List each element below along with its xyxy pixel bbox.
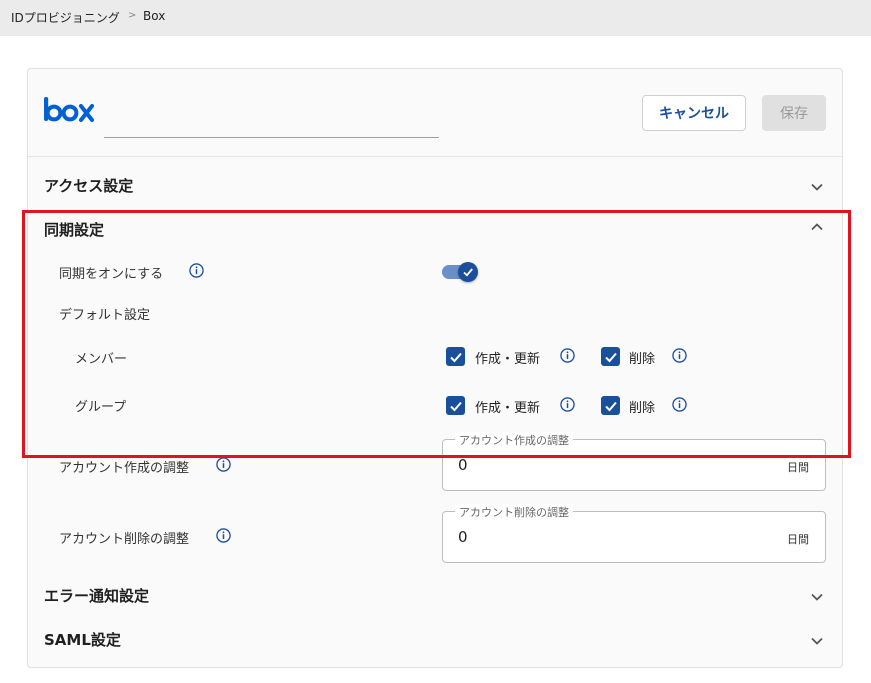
save-button[interactable]: 保存: [762, 95, 826, 131]
section-error-title[interactable]: エラー通知設定: [44, 585, 149, 606]
chevron-down-icon[interactable]: [811, 183, 823, 191]
field-unit: 日間: [787, 533, 809, 546]
chevron-down-icon[interactable]: [811, 637, 823, 645]
cancel-button[interactable]: キャンセル: [642, 95, 746, 131]
section-saml-title[interactable]: SAML設定: [44, 629, 121, 650]
breadcrumb-parent-link[interactable]: IDプロビジョニング: [11, 9, 120, 26]
highlight-box: [22, 210, 851, 458]
name-input-underline[interactable]: [104, 137, 439, 138]
field-legend: アカウント削除の調整: [455, 504, 573, 520]
field-unit: 日間: [787, 461, 809, 474]
breadcrumb-bar: IDプロビジョニング > Box: [0, 0, 871, 36]
chevron-down-icon[interactable]: [811, 593, 823, 601]
account-delete-adjust-label: アカウント削除の調整: [59, 532, 190, 547]
info-icon[interactable]: [216, 457, 231, 472]
section-access-title[interactable]: アクセス設定: [44, 175, 133, 196]
field-value[interactable]: 0: [458, 528, 468, 546]
breadcrumb-separator: >: [128, 10, 137, 21]
header-divider: [28, 156, 842, 157]
breadcrumb-current: Box: [143, 9, 166, 23]
account-create-adjust-label: アカウント作成の調整: [59, 461, 190, 476]
box-logo: [43, 95, 95, 129]
account-delete-adjust-field[interactable]: アカウント削除の調整 0 日間: [442, 504, 826, 563]
field-value[interactable]: 0: [458, 456, 468, 474]
info-icon[interactable]: [216, 528, 231, 543]
